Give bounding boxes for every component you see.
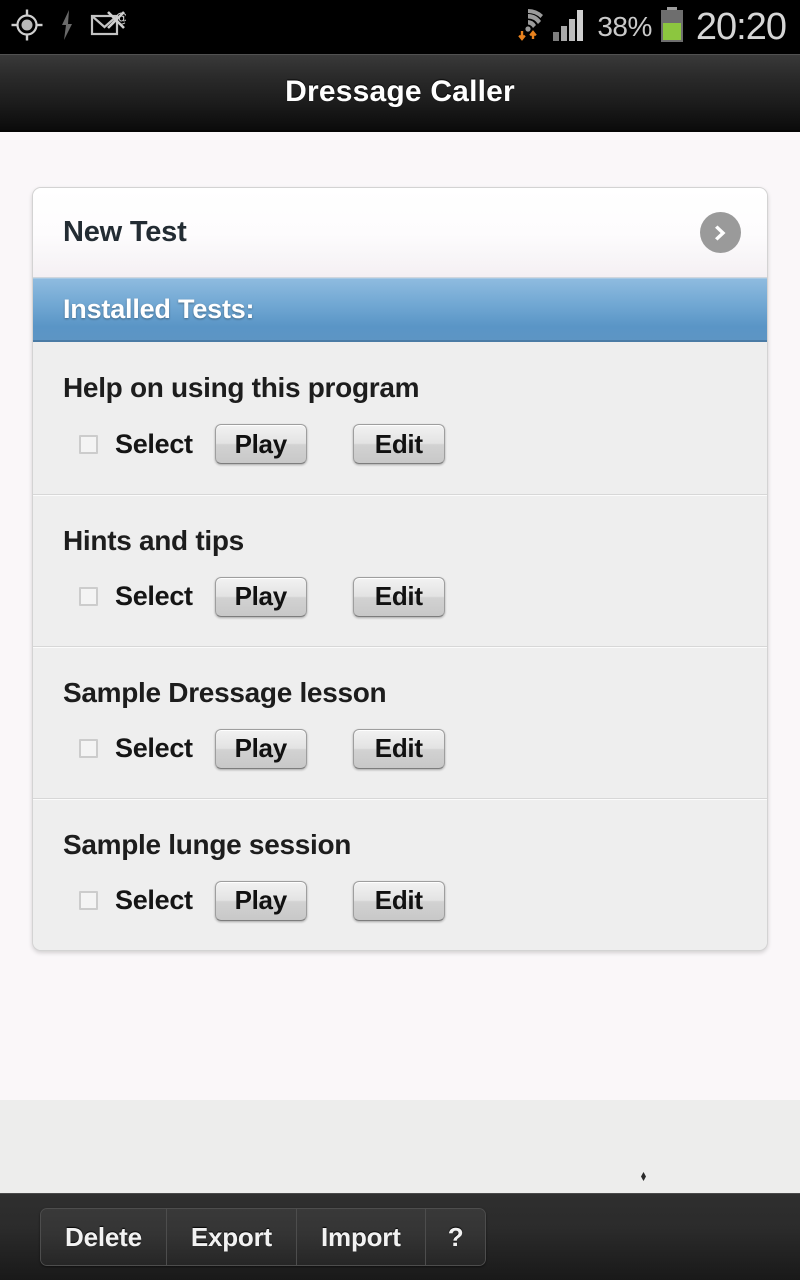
bottom-toolbar: Delete Export Import ? [0,1193,800,1280]
status-bar: @ [0,0,800,54]
svg-text:@: @ [115,11,126,26]
test-name: Sample Dressage lesson [63,676,387,708]
main-content: New Test Installed Tests: Help on using … [0,132,800,1193]
content-footer-spacer [0,1100,800,1193]
test-name: Hints and tips [63,524,244,556]
help-button[interactable]: ? [424,1209,486,1265]
phone-screen: @ [0,0,800,1280]
select-checkbox[interactable] [79,739,98,758]
test-name: Help on using this program [63,372,420,403]
clock-label: 20:20 [695,6,787,48]
import-button[interactable]: Import [296,1209,425,1265]
gps-icon [10,8,44,47]
select-label: Select [115,581,193,611]
new-test-label: New Test [63,216,187,248]
test-controls: Select Play Edit [63,728,737,769]
app-title-bar: Dressage Caller [0,54,800,132]
test-name: Sample lunge session [63,828,352,860]
chevron-right-icon[interactable] [700,212,741,253]
edit-button[interactable]: Edit [352,576,445,617]
test-controls: Select Play Edit [63,576,737,617]
select-checkbox[interactable] [79,587,98,606]
delete-button[interactable]: Delete [41,1209,166,1265]
play-button[interactable]: Play [214,880,307,921]
play-button[interactable]: Play [214,576,307,617]
battery-icon [659,6,685,49]
select-label: Select [115,885,193,915]
email-icon: @ [90,9,128,46]
tests-card: New Test Installed Tests: Help on using … [32,187,768,951]
edit-button[interactable]: Edit [352,424,445,464]
status-bar-right-icons: 38% 20:20 [511,5,787,50]
battery-percent-label: 38% [597,11,652,42]
test-controls: Select Play Edit [63,424,737,464]
table-row[interactable]: Help on using this program Select Play E… [33,342,767,494]
installed-tests-header: Installed Tests: [33,278,767,342]
select-checkbox[interactable] [79,434,98,454]
signal-bars-icon [552,7,590,48]
table-row[interactable]: Sample lunge session Select Play Edit [33,798,767,950]
test-controls: Select Play Edit [63,880,737,921]
play-button[interactable]: Play [214,728,307,769]
edit-button[interactable]: Edit [352,880,445,921]
select-label: Select [115,733,193,763]
wifi-sync-icon [511,5,545,50]
new-test-row[interactable]: New Test [33,188,767,278]
page-title: Dressage Caller [285,75,515,108]
play-button[interactable]: Play [214,424,307,464]
toolbar-button-group: Delete Export Import ? [40,1208,487,1266]
table-row[interactable]: Sample Dressage lesson Select Play Edit [33,646,767,798]
select-checkbox[interactable] [79,891,98,910]
status-bar-left-icons: @ [10,8,128,47]
export-button[interactable]: Export [165,1209,296,1265]
edit-button[interactable]: Edit [352,728,445,769]
select-label: Select [115,428,193,459]
flash-icon [58,8,76,47]
installed-tests-label: Installed Tests: [63,294,255,324]
content-scroll-area[interactable]: New Test Installed Tests: Help on using … [0,132,800,1181]
table-row[interactable]: Hints and tips Select Play Edit [33,494,767,646]
